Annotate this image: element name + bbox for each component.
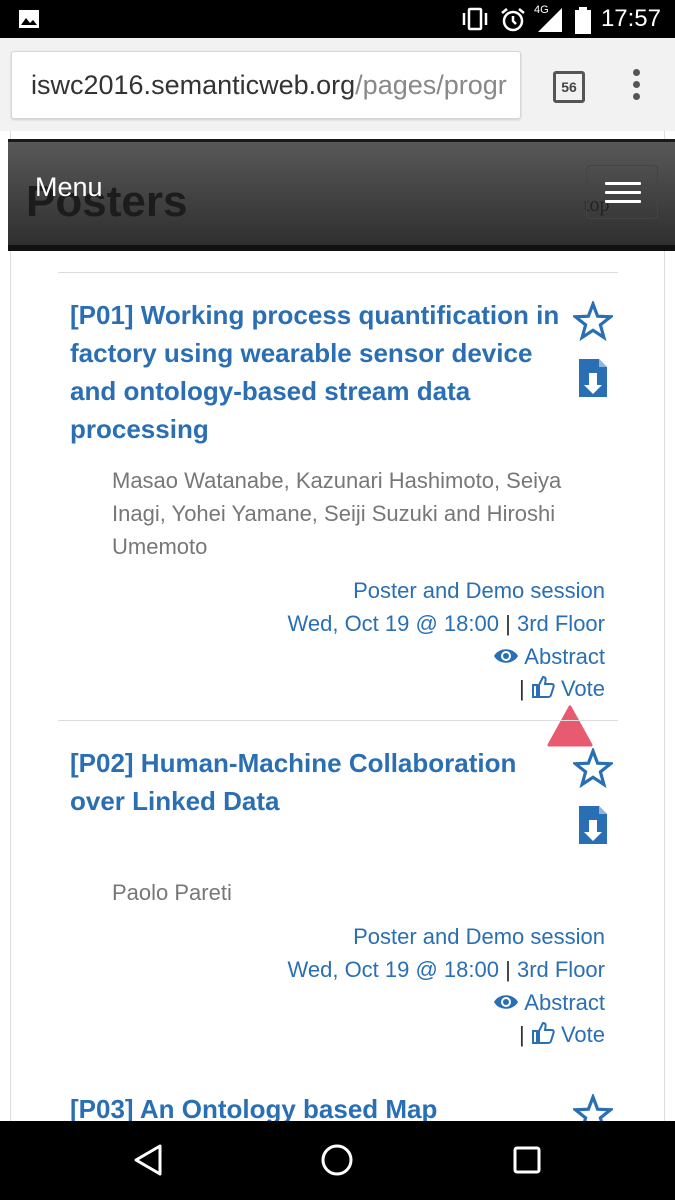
poster-time-location: Wed, Oct 19 @ 18:00 | 3rd Floor (288, 607, 606, 640)
separator: | (518, 676, 525, 701)
vote-link[interactable]: Vote (531, 675, 605, 701)
menu-label[interactable]: Menu (35, 172, 103, 203)
divider (58, 272, 618, 273)
abstract-label: Abstract (524, 990, 605, 1015)
clock: 17:57 (600, 5, 661, 32)
vibrate-icon (462, 7, 488, 31)
poster-title-link[interactable]: [P01] Working process quantification in … (70, 296, 570, 448)
url-path: /pages/progr (355, 70, 507, 100)
hamburger-menu-button[interactable] (586, 165, 658, 219)
page-frame-right (664, 131, 675, 1121)
tab-switcher-button[interactable]: 56 (553, 71, 585, 103)
poster-title-link[interactable]: [P03] An Ontology based Map (70, 1090, 570, 1121)
poster-session-link[interactable]: Poster and Demo session (353, 574, 605, 607)
abstract-link[interactable]: Abstract (493, 640, 605, 673)
poster-datetime[interactable]: Wed, Oct 19 @ 18:00 (288, 611, 499, 636)
eye-icon (494, 649, 519, 663)
poster-time-location: Wed, Oct 19 @ 18:00 | 3rd Floor (288, 953, 606, 986)
home-icon[interactable] (320, 1143, 354, 1177)
star-icon[interactable] (573, 1094, 613, 1121)
more-options-icon[interactable] (626, 69, 646, 103)
signal-icon (538, 8, 562, 32)
poster-authors: Paolo Pareti (112, 880, 232, 905)
divider (58, 720, 618, 721)
url-bar[interactable]: iswc2016.semanticweb.org/pages/progr (11, 51, 521, 119)
vote-link[interactable]: Vote (531, 1021, 605, 1047)
site-navbar: Posters top Menu (8, 139, 675, 251)
abstract-link[interactable]: Abstract (493, 986, 605, 1019)
back-icon[interactable] (132, 1143, 164, 1177)
download-document-icon[interactable] (577, 357, 609, 399)
tap-indicator-icon (547, 705, 593, 747)
poster-session-link[interactable]: Poster and Demo session (353, 920, 605, 953)
star-icon[interactable] (573, 301, 613, 341)
battery-icon (575, 7, 591, 34)
eye-icon (494, 995, 519, 1009)
image-notification-icon (19, 10, 39, 28)
poster-title-link[interactable]: [P02] Human-Machine Collaboration over L… (70, 744, 570, 820)
poster-datetime[interactable]: Wed, Oct 19 @ 18:00 (288, 957, 499, 982)
thumbs-up-icon (531, 675, 555, 698)
separator: | (518, 1022, 525, 1047)
abstract-label: Abstract (524, 644, 605, 669)
page-frame-left (0, 131, 11, 1121)
download-document-icon[interactable] (577, 804, 609, 846)
thumbs-up-icon (531, 1021, 555, 1044)
vote-row: | Vote (519, 672, 605, 705)
alarm-icon (501, 8, 525, 32)
url-host: iswc2016.semanticweb.org (31, 70, 356, 100)
separator: | (505, 611, 511, 636)
star-icon[interactable] (573, 748, 613, 788)
recent-apps-icon[interactable] (512, 1145, 542, 1175)
vote-label: Vote (560, 1022, 605, 1047)
poster-location[interactable]: 3rd Floor (517, 957, 605, 982)
poster-location[interactable]: 3rd Floor (517, 611, 605, 636)
vote-label: Vote (560, 676, 605, 701)
web-page: Posters top Menu [P01] Working process q… (0, 131, 675, 1121)
browser-toolbar: iswc2016.semanticweb.org/pages/progr 56 (0, 38, 675, 131)
system-navigation-bar (0, 1121, 675, 1200)
poster-authors: Masao Watanabe, Kazunari Hashimoto, Seiy… (112, 468, 562, 559)
vote-row: | Vote (519, 1018, 605, 1051)
separator: | (505, 957, 511, 982)
status-bar: 4G 17:57 (0, 0, 675, 38)
